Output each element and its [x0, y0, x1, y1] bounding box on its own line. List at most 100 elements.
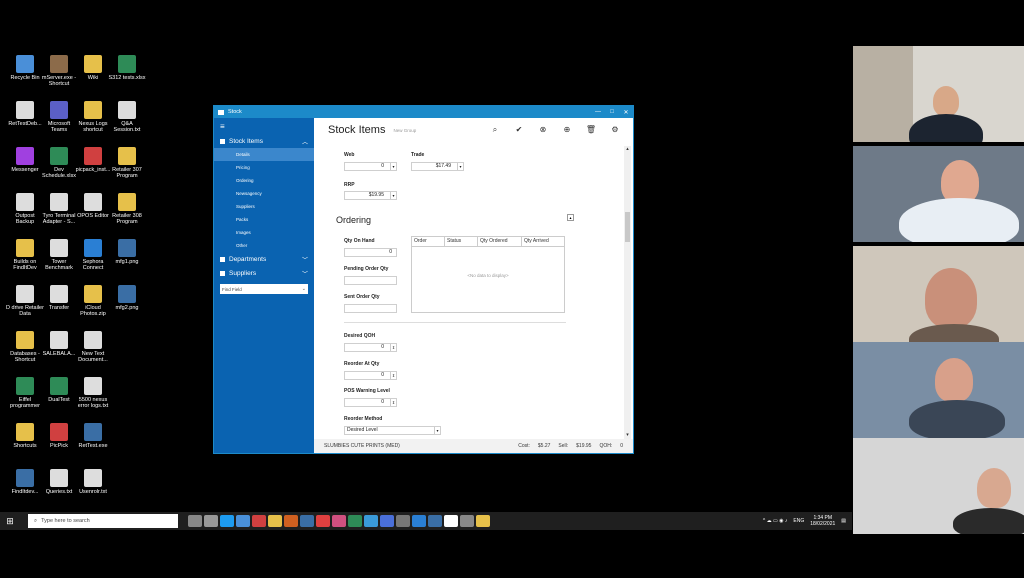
taskbar-app-icon[interactable]: [412, 515, 426, 527]
desktop-icon[interactable]: Dev Schedule.xlsx: [40, 147, 78, 179]
reorder-at-stepper[interactable]: 0 ⇕: [344, 371, 397, 380]
tray-icons[interactable]: ^ ☁ ▭ ◉ ♪: [763, 518, 788, 524]
desktop-icon[interactable]: S312 tests.xlsx: [108, 55, 146, 87]
pending-order-field[interactable]: [344, 276, 397, 285]
taskbar-app-icon[interactable]: [204, 515, 218, 527]
cancel-icon[interactable]: ⊗: [531, 125, 555, 135]
desktop-icon[interactable]: Tower Benchmark: [40, 239, 78, 271]
taskbar-app-icon[interactable]: [428, 515, 442, 527]
desktop-icon[interactable]: Retailer 307 Program: [108, 147, 146, 179]
close-button[interactable]: ✕: [619, 109, 633, 116]
sidebar-item-suppliers[interactable]: Suppliers: [214, 200, 314, 213]
desktop-icon[interactable]: DualTest: [40, 377, 78, 409]
sidebar-item-newsagency[interactable]: Newsagency: [214, 187, 314, 200]
taskbar-app-icon[interactable]: [252, 515, 266, 527]
desktop-icon[interactable]: mServer.exe - Shortcut: [40, 55, 78, 87]
desktop-icon[interactable]: 5500 nexus error logs.txt: [74, 377, 112, 409]
grid-column-qty-arrived[interactable]: Qty Arrived: [522, 237, 564, 246]
taskbar-app-icon[interactable]: [380, 515, 394, 527]
taskbar-app-icon[interactable]: [364, 515, 378, 527]
sidebar-item-pricing[interactable]: Pricing: [214, 161, 314, 174]
desktop-icon[interactable]: Recycle Bin: [6, 55, 44, 87]
desktop-icon[interactable]: Wiki: [74, 55, 112, 87]
desktop-icon[interactable]: mfg2.png: [108, 285, 146, 317]
search-icon[interactable]: ⌕: [483, 125, 507, 135]
sidebar-section-stock-items[interactable]: Stock Items ︿: [214, 134, 314, 148]
grid-column-order[interactable]: Order: [412, 237, 445, 246]
maximize-button[interactable]: □: [605, 109, 619, 116]
participant-tile[interactable]: [853, 246, 1024, 342]
rrp-field[interactable]: $19.95 ▾: [344, 191, 397, 200]
taskbar-app-icon[interactable]: [220, 515, 234, 527]
minimize-button[interactable]: —: [591, 109, 605, 116]
pos-warning-stepper[interactable]: 0 ⇕: [344, 398, 397, 407]
participant-tile[interactable]: [853, 46, 1024, 142]
sidebar-item-images[interactable]: Images: [214, 226, 314, 239]
gear-icon[interactable]: ⚙: [603, 125, 627, 135]
desktop-icon[interactable]: Builds on FindItDev: [6, 239, 44, 271]
desktop-icon[interactable]: iCloud Photos.zip: [74, 285, 112, 317]
dropdown-icon[interactable]: ▾: [390, 163, 396, 170]
taskbar-app-icon[interactable]: [236, 515, 250, 527]
grid-column-qty-ordered[interactable]: Qty Ordered: [478, 237, 522, 246]
taskbar-app-icon[interactable]: [284, 515, 298, 527]
check-icon[interactable]: ✔: [507, 125, 531, 135]
desktop-icon[interactable]: FindItdev...: [6, 469, 44, 501]
taskbar-app-icon[interactable]: [316, 515, 330, 527]
desktop-icon[interactable]: Transfer: [40, 285, 78, 317]
grid-column-status[interactable]: Status: [445, 237, 478, 246]
taskbar-app-icon[interactable]: [332, 515, 346, 527]
taskbar-app-icon[interactable]: [460, 515, 474, 527]
desktop-icon[interactable]: mfg1.png: [108, 239, 146, 271]
taskbar-app-icon[interactable]: [300, 515, 314, 527]
desktop-icon[interactable]: D drive Retailer Data: [6, 285, 44, 317]
desktop-icon[interactable]: OPOS Editor: [74, 193, 112, 225]
web-field[interactable]: 0 ▾: [344, 162, 397, 171]
spinner-icon[interactable]: ⇕: [390, 372, 396, 379]
find-field-select[interactable]: Find Field ⌄: [220, 284, 308, 294]
desktop-icon[interactable]: Shortcuts: [6, 423, 44, 455]
dropdown-icon[interactable]: ▾: [434, 427, 440, 434]
scroll-thumb[interactable]: [625, 212, 630, 242]
taskbar-app-icon[interactable]: [348, 515, 362, 527]
taskbar-app-icon[interactable]: [476, 515, 490, 527]
participant-tile[interactable]: [853, 342, 1024, 438]
desktop-icon[interactable]: Usenrolr.txt: [74, 469, 112, 501]
desktop-icon[interactable]: Retailer 308 Program: [108, 193, 146, 225]
desktop-icon[interactable]: RetTestDeb...: [6, 101, 44, 133]
sidebar-section-departments[interactable]: Departments ﹀: [214, 252, 314, 266]
taskbar-app-icon[interactable]: [444, 515, 458, 527]
reorder-method-select[interactable]: Desired Level ▾: [344, 426, 441, 435]
sidebar-item-other[interactable]: Other: [214, 239, 314, 252]
add-icon[interactable]: ⊕: [555, 125, 579, 135]
desktop-icon[interactable]: Nexus Logs shortcut: [74, 101, 112, 133]
trade-field[interactable]: $17.49 ▾: [411, 162, 464, 171]
desktop-icon[interactable]: Eiffel programmer: [6, 377, 44, 409]
sent-order-field[interactable]: [344, 304, 397, 313]
sidebar-item-ordering[interactable]: Ordering: [214, 174, 314, 187]
notification-icon[interactable]: ▤: [841, 518, 846, 524]
desktop-icon[interactable]: Sephora Connect: [74, 239, 112, 271]
desired-qoh-stepper[interactable]: 0 ⇕: [344, 343, 397, 352]
scroll-down-icon[interactable]: ▾: [624, 432, 631, 439]
language-indicator[interactable]: ENG: [793, 518, 804, 524]
participant-tile[interactable]: [853, 146, 1024, 242]
title-bar[interactable]: Stock — □ ✕: [214, 106, 633, 118]
clock[interactable]: 1:34 PM 18/02/2021: [810, 515, 835, 527]
desktop-icon[interactable]: SALEBALA...: [40, 331, 78, 363]
taskbar-app-icon[interactable]: [188, 515, 202, 527]
vertical-scrollbar[interactable]: ▴ ▾: [624, 146, 631, 439]
scroll-up-icon[interactable]: ▴: [624, 146, 631, 153]
desktop-icon[interactable]: Databases - Shortcut: [6, 331, 44, 363]
desktop-icon[interactable]: Q&A Session.txt: [108, 101, 146, 133]
desktop-icon[interactable]: Microsoft Teams: [40, 101, 78, 133]
taskbar-app-icon[interactable]: [268, 515, 282, 527]
windows-start-icon[interactable]: ⊞: [0, 516, 20, 527]
desktop-icon[interactable]: RetTest.exe: [74, 423, 112, 455]
spinner-icon[interactable]: ⇕: [390, 344, 396, 351]
delete-icon[interactable]: 🗑: [579, 125, 603, 135]
desktop-icon[interactable]: Queries.txt: [40, 469, 78, 501]
taskbar-search[interactable]: ⌕ Type here to search: [28, 514, 178, 528]
sidebar-item-details[interactable]: Details: [214, 148, 314, 161]
spinner-icon[interactable]: ⇕: [390, 399, 396, 406]
